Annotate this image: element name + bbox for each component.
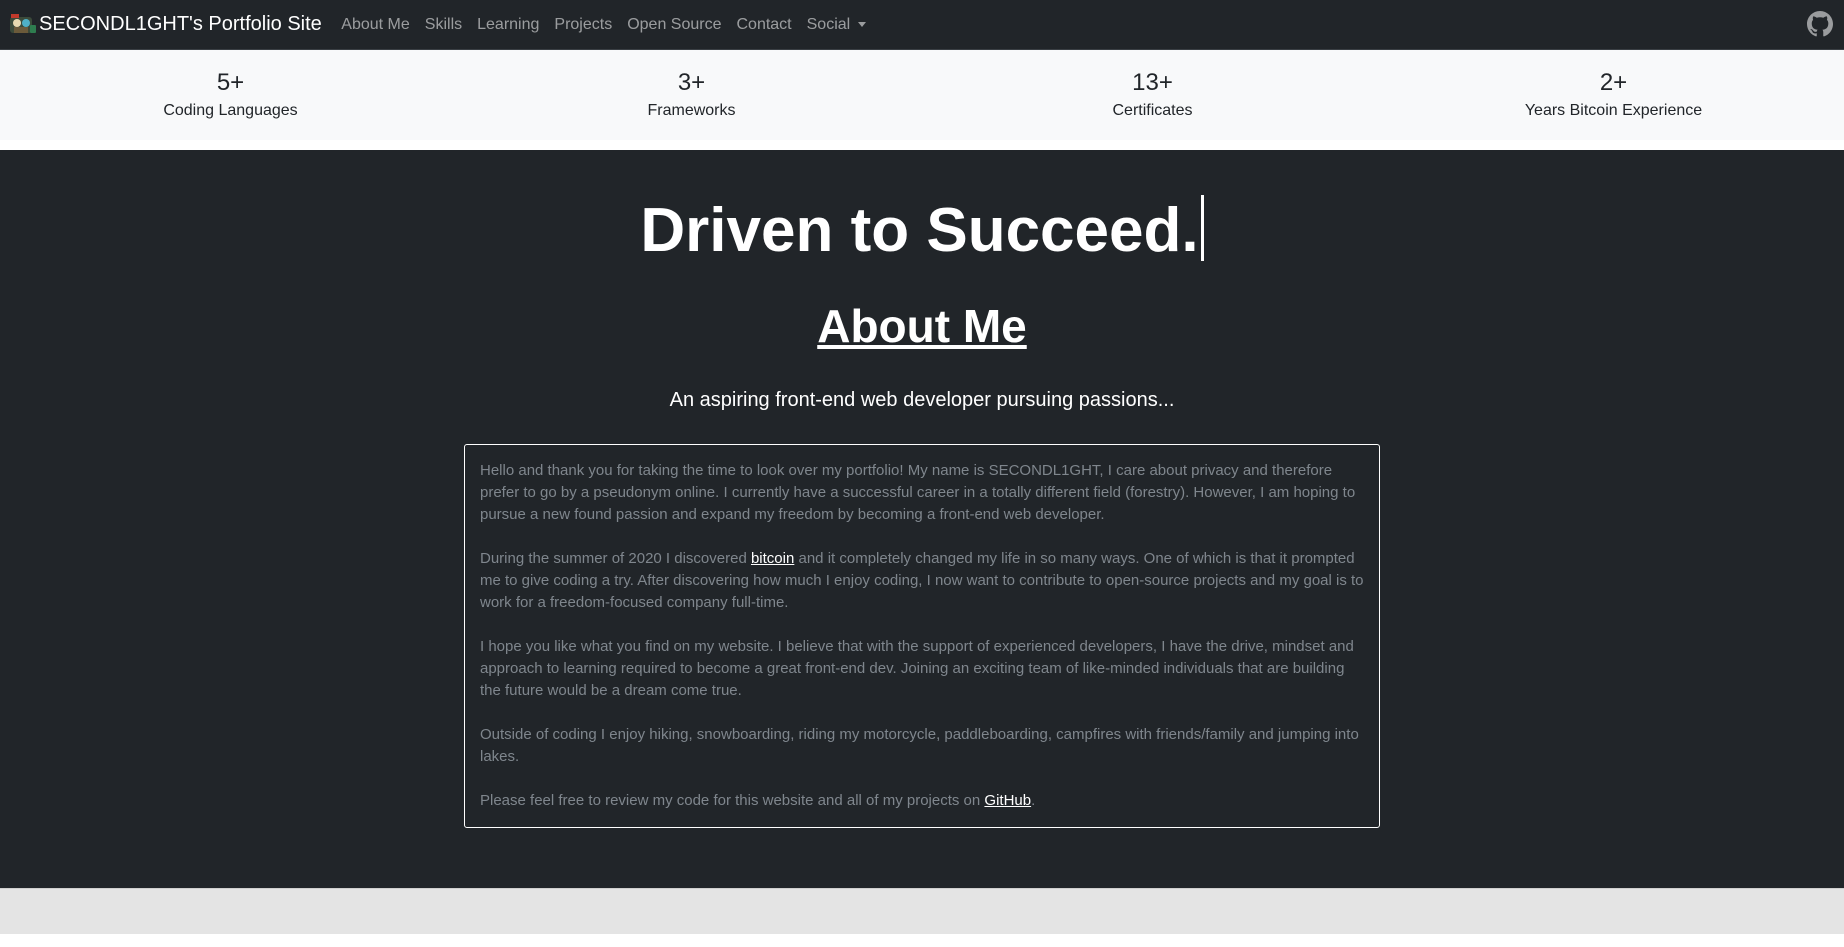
nav-link-projects[interactable]: Projects <box>547 16 620 34</box>
stat-label: Years Bitcoin Experience <box>1524 102 1703 119</box>
about-text-box: Hello and thank you for taking the time … <box>464 444 1380 828</box>
about-subtitle: An aspiring front-end web developer purs… <box>669 389 1175 411</box>
stat-value: 3+ <box>677 69 706 96</box>
stat-label: Frameworks <box>647 102 736 119</box>
stat-coding-languages: 5+ Coding Languages <box>0 50 461 140</box>
next-section-band <box>0 888 1844 934</box>
about-paragraph-2: During the summer of 2020 I discovered b… <box>480 548 1365 614</box>
nav-links: About Me Skills Learning Projects Open S… <box>334 16 874 34</box>
stat-value: 5+ <box>216 69 245 96</box>
divider-strip <box>0 140 1844 150</box>
caret-down-icon <box>858 22 867 27</box>
avatar-logo-icon <box>8 13 38 37</box>
stat-bitcoin-experience: 2+ Years Bitcoin Experience <box>1383 50 1844 140</box>
stat-value: 2+ <box>1599 69 1628 96</box>
nav-link-contact[interactable]: Contact <box>729 16 799 34</box>
navbar: SECONDL1GHT's Portfolio Site About Me Sk… <box>0 0 1844 50</box>
about-paragraph-3: I hope you like what you find on my webs… <box>480 638 1354 699</box>
stat-frameworks: 3+ Frameworks <box>461 50 922 140</box>
about-title: About Me <box>817 300 1027 352</box>
about-p2-before: During the summer of 2020 I discovered <box>480 550 751 567</box>
stat-label: Certificates <box>1112 102 1193 119</box>
hero-tagline: Driven to Succeed. <box>0 195 1844 267</box>
github-icon[interactable] <box>1807 11 1833 37</box>
nav-link-learning[interactable]: Learning <box>470 16 547 34</box>
nav-link-skills[interactable]: Skills <box>417 16 469 34</box>
stat-value: 13+ <box>1132 69 1173 96</box>
about-paragraph-4: Outside of coding I enjoy hiking, snowbo… <box>480 726 1359 765</box>
social-dropdown-label: Social <box>806 15 851 33</box>
bitcoin-link[interactable]: bitcoin <box>751 550 794 567</box>
github-link[interactable]: GitHub <box>984 792 1031 809</box>
bottom-strip <box>0 934 1844 947</box>
hero-tagline-text: Driven to Succeed. <box>640 196 1199 265</box>
nav-link-about-me[interactable]: About Me <box>334 16 417 34</box>
about-p5-before: Please feel free to review my code for t… <box>480 792 985 809</box>
about-p5-after: . <box>1031 792 1036 809</box>
nav-link-open-source[interactable]: Open Source <box>620 16 729 34</box>
typing-cursor <box>1200 195 1204 261</box>
social-dropdown[interactable]: Social <box>799 16 874 34</box>
stat-label: Coding Languages <box>163 102 298 119</box>
about-paragraph-1: Hello and thank you for taking the time … <box>480 462 1356 523</box>
about-paragraph-5: Please feel free to review my code for t… <box>480 790 1365 812</box>
brand-link[interactable]: SECONDL1GHT's Portfolio Site <box>8 13 322 37</box>
about-section: Driven to Succeed. About Me An aspiring … <box>0 150 1844 888</box>
stats-bar: 5+ Coding Languages 3+ Frameworks 13+ Ce… <box>0 50 1844 140</box>
brand-title: SECONDL1GHT's Portfolio Site <box>39 13 322 35</box>
stat-certificates: 13+ Certificates <box>922 50 1383 140</box>
